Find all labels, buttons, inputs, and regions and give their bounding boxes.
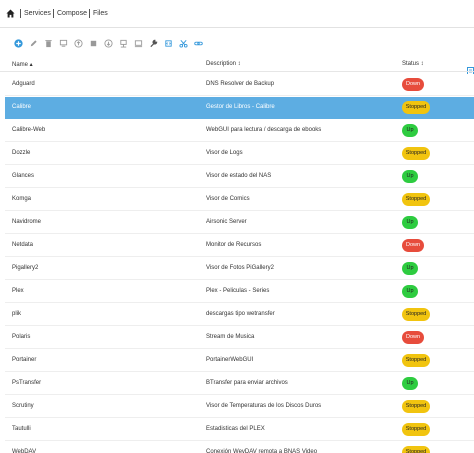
service-name: Portainer	[12, 357, 37, 363]
service-name: plik	[12, 311, 22, 317]
table-row[interactable]: Pigallery2 Visor de Fotos PiGallery2 Up	[5, 258, 474, 280]
status-badge: Up	[402, 377, 418, 390]
wrench-icon[interactable]	[149, 39, 158, 48]
breadcrumb-separator	[20, 9, 21, 18]
service-name: Plex	[12, 288, 24, 294]
column-header-description[interactable]: Description ↕	[206, 61, 241, 67]
table-row[interactable]: Calibre Gestor de Libros - Calibre Stopped	[5, 97, 474, 119]
table-header: Name ▴ Description ↕ Status ↕	[0, 58, 474, 72]
service-name: PsTransfer	[12, 380, 42, 386]
service-description: Visor de Comics	[206, 196, 250, 202]
table-row[interactable]: plik descargas tipo wetransfer Stopped	[5, 304, 474, 326]
service-name: Calibre	[12, 104, 32, 110]
breadcrumb-services[interactable]: Services	[24, 10, 51, 17]
column-header-status[interactable]: Status ↕	[402, 61, 424, 67]
table-row[interactable]: Polaris Stream de Musica Down	[5, 327, 474, 349]
toolbar	[0, 28, 474, 75]
code-icon[interactable]	[164, 39, 173, 48]
upload-icon[interactable]	[74, 39, 83, 48]
breadcrumb-separator	[53, 9, 54, 18]
status-badge: Up	[402, 124, 418, 137]
service-name: Pigallery2	[12, 265, 39, 271]
service-name: Komga	[12, 196, 32, 202]
status-badge: Up	[402, 216, 418, 229]
sync-icon[interactable]	[134, 39, 143, 48]
service-name: Scrutiny	[12, 403, 34, 409]
service-description: Airsonic Server	[206, 219, 247, 225]
service-name: WebDAV	[12, 449, 37, 453]
service-description: Plex - Peliculas - Series	[206, 288, 270, 294]
table-row[interactable]: Adguard DNS Resolver de Backup Down	[5, 74, 474, 96]
breadcrumb: Services Compose Files	[0, 0, 474, 28]
service-description: Visor de Temperaturas de los Discos Duro…	[206, 403, 322, 409]
service-description: Estadisticas del PLEX	[206, 426, 265, 432]
service-name: Adguard	[12, 81, 35, 87]
service-name: Glances	[12, 173, 35, 179]
add-icon[interactable]	[14, 39, 23, 48]
home-icon[interactable]	[6, 9, 15, 18]
status-badge: Up	[402, 262, 418, 275]
download-icon[interactable]	[104, 39, 113, 48]
service-name: Dozzle	[12, 150, 31, 156]
status-badge: Stopped	[402, 147, 430, 160]
link-icon[interactable]	[194, 39, 203, 48]
table-row[interactable]: Plex Plex - Peliculas - Series Up	[5, 281, 474, 303]
service-description: Visor de Logs	[206, 150, 243, 156]
table-row[interactable]: Netdata Monitor de Recursos Down	[5, 235, 474, 257]
service-description: WebGUI para lectura / descarga de ebooks	[206, 127, 322, 133]
status-badge: Down	[402, 239, 424, 252]
table-row[interactable]: Scrutiny Visor de Temperaturas de los Dis…	[5, 396, 474, 418]
status-badge: Stopped	[402, 193, 430, 206]
status-badge: Down	[402, 331, 424, 344]
stop-icon[interactable]	[89, 39, 98, 48]
table-row[interactable]: Portainer PortainerWebGUI Stopped	[5, 350, 474, 372]
pull-icon[interactable]	[119, 39, 128, 48]
table-row[interactable]: Komga Visor de Comics Stopped	[5, 189, 474, 211]
service-name: Polaris	[12, 334, 31, 340]
table-row[interactable]: Calibre-Web WebGUI para lectura / descarg…	[5, 120, 474, 142]
table-row[interactable]: Navidrome Airsonic Server Up	[5, 212, 474, 234]
breadcrumb-separator	[89, 9, 90, 18]
service-description: descargas tipo wetransfer	[206, 311, 275, 317]
table-row[interactable]: Glances Visor de estado del NAS Up	[5, 166, 474, 188]
delete-icon[interactable]	[44, 39, 53, 48]
service-description: BTransfer para enviar archivos	[206, 380, 288, 386]
status-badge: Down	[402, 78, 424, 91]
service-name: Navidrome	[12, 219, 42, 225]
breadcrumb-compose[interactable]: Compose	[57, 10, 87, 17]
status-badge: Stopped	[402, 400, 430, 413]
service-name: Tautulli	[12, 426, 31, 432]
table-row[interactable]: PsTransfer BTransfer para enviar archivos…	[5, 373, 474, 395]
service-description: Gestor de Libros - Calibre	[206, 104, 275, 110]
service-description: Stream de Musica	[206, 334, 255, 340]
service-name: Netdata	[12, 242, 34, 248]
status-badge: Stopped	[402, 446, 430, 453]
status-badge: Stopped	[402, 423, 430, 436]
breadcrumb-files[interactable]: Files	[93, 10, 108, 17]
column-header-name[interactable]: Name ▴	[12, 61, 33, 68]
deploy-icon[interactable]	[59, 39, 68, 48]
service-description: PortainerWebGUI	[206, 357, 254, 363]
service-description: DNS Resolver de Backup	[206, 81, 275, 87]
status-badge: Stopped	[402, 354, 430, 367]
scissors-icon[interactable]	[179, 39, 188, 48]
service-description: Visor de estado del NAS	[206, 173, 272, 179]
status-badge: Stopped	[402, 101, 430, 114]
table-row[interactable]: WebDAV Conexión WevDAV remota a BNAS Vide…	[5, 442, 474, 453]
service-description: Monitor de Recursos	[206, 242, 262, 248]
table-row[interactable]: Dozzle Visor de Logs Stopped	[5, 143, 474, 165]
service-description: Conexión WevDAV remota a BNAS Video	[206, 449, 318, 453]
table-row[interactable]: Tautulli Estadisticas del PLEX Stopped	[5, 419, 474, 441]
edit-icon[interactable]	[29, 39, 38, 48]
service-name: Calibre-Web	[12, 127, 46, 133]
status-badge: Up	[402, 285, 418, 298]
status-badge: Up	[402, 170, 418, 183]
service-description: Visor de Fotos PiGallery2	[206, 265, 274, 271]
status-badge: Stopped	[402, 308, 430, 321]
